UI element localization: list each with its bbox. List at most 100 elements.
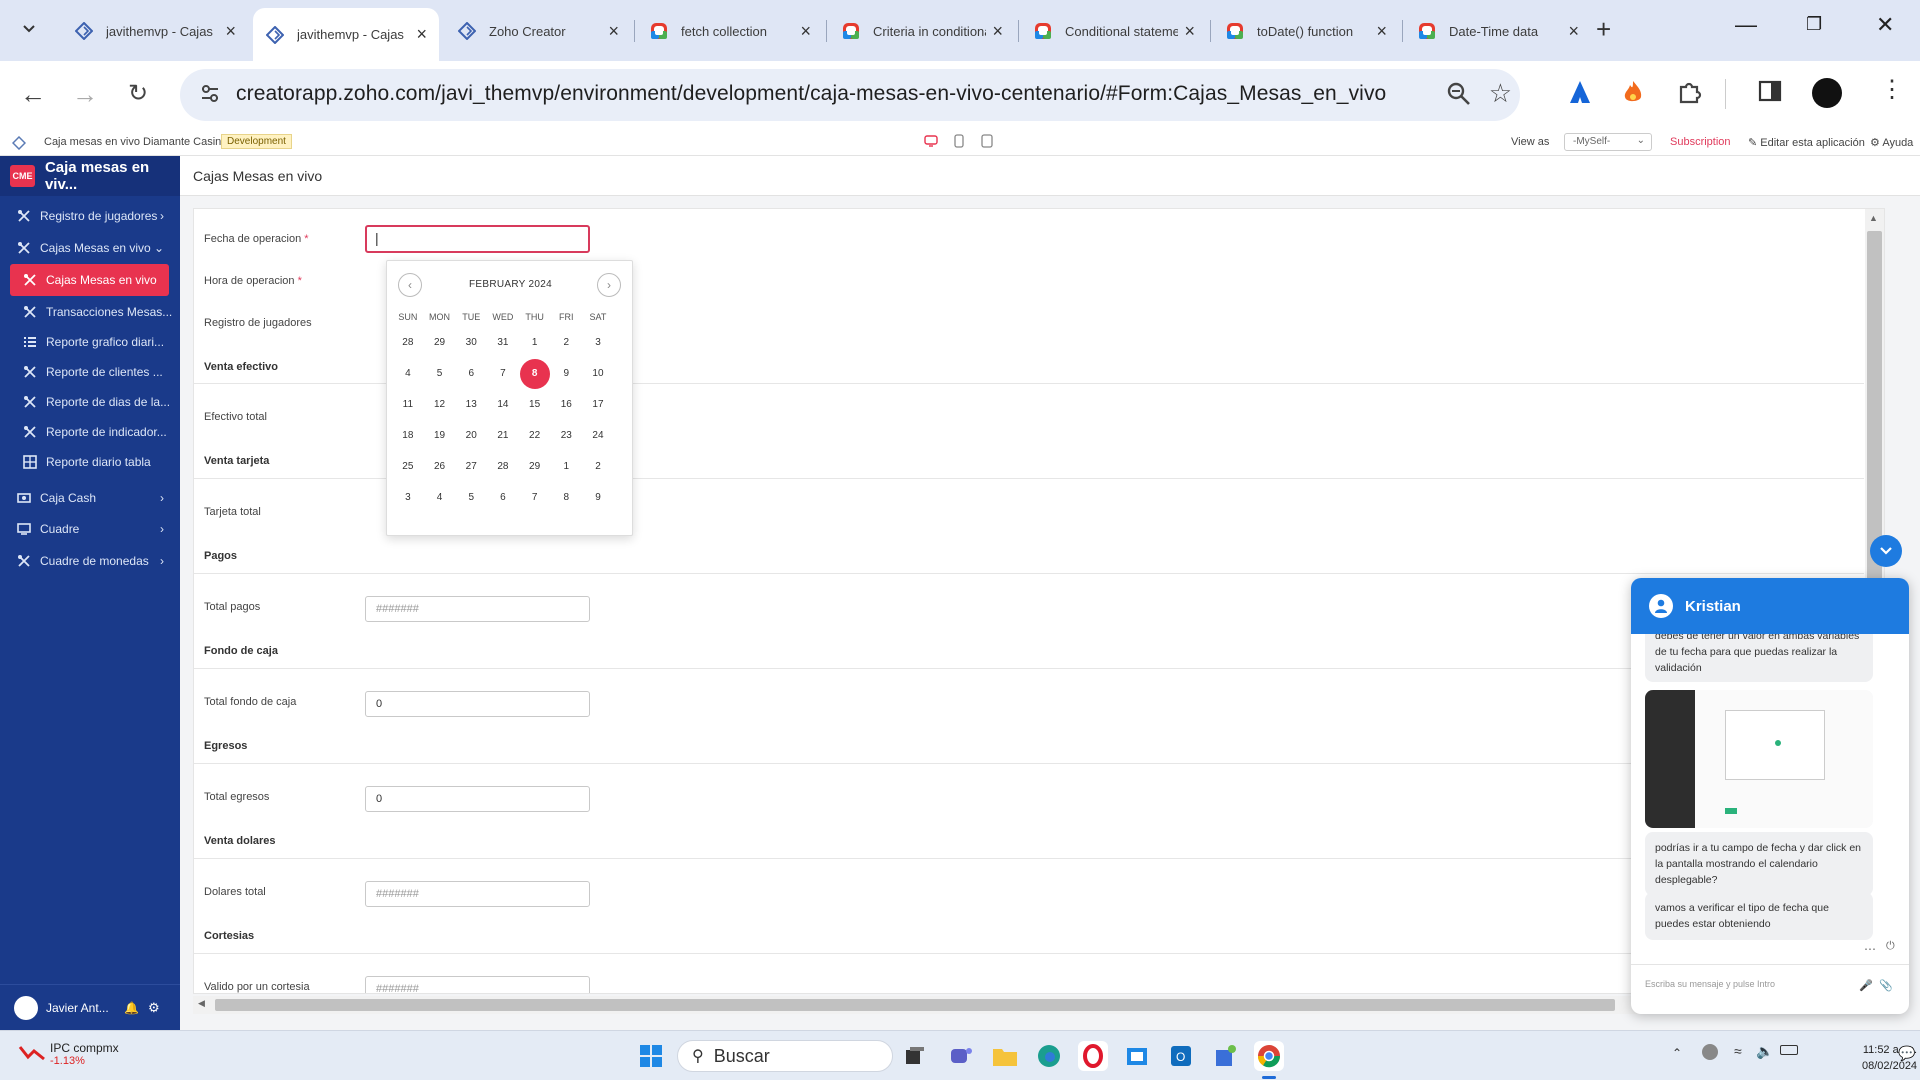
calendar-day[interactable]: 10 bbox=[582, 358, 614, 389]
calendar-day-selected[interactable]: 8 bbox=[519, 358, 551, 389]
zoom-icon[interactable] bbox=[1446, 81, 1472, 107]
sidebar-item[interactable]: Cajas Mesas en vivo bbox=[10, 264, 169, 296]
calendar-day[interactable]: 1 bbox=[550, 451, 582, 482]
dolares-total-input[interactable]: ####### bbox=[365, 881, 590, 907]
close-tab-icon[interactable]: × bbox=[800, 21, 811, 42]
browser-menu-icon[interactable]: ⋮ bbox=[1880, 75, 1904, 104]
calendar-day[interactable]: 28 bbox=[487, 451, 519, 482]
user-profile[interactable]: Javier Ant... 🔔 ⚙ bbox=[0, 984, 180, 1030]
close-tab-icon[interactable]: × bbox=[608, 21, 619, 42]
calendar-day[interactable]: 6 bbox=[455, 358, 487, 389]
tab-search-button[interactable] bbox=[10, 10, 48, 48]
calendar-day[interactable]: 23 bbox=[550, 420, 582, 451]
calendar-day[interactable]: 12 bbox=[424, 389, 456, 420]
calendar-day[interactable]: 22 bbox=[519, 420, 551, 451]
sidebar-item[interactable]: Reporte de indicador... bbox=[0, 416, 180, 448]
browser-tab[interactable]: javithemvp - Cajas × bbox=[253, 8, 439, 61]
url-text[interactable]: creatorapp.zoho.com/javi_themvp/environm… bbox=[236, 82, 1386, 106]
browser-tab[interactable]: Criteria in conditional × bbox=[829, 8, 1015, 54]
calendar-day[interactable]: 7 bbox=[519, 482, 551, 513]
browser-tab[interactable]: toDate() function × bbox=[1213, 8, 1399, 54]
calendar-day[interactable]: 28 bbox=[392, 327, 424, 358]
settings-icon[interactable]: ⚙ bbox=[148, 1000, 160, 1016]
outlook-icon[interactable]: O bbox=[1166, 1041, 1196, 1071]
next-month-button[interactable]: › bbox=[597, 273, 621, 297]
calendar-day[interactable]: 4 bbox=[392, 358, 424, 389]
back-button[interactable]: ← bbox=[20, 79, 46, 110]
calendar-day[interactable]: 1 bbox=[519, 327, 551, 358]
taskbar-search[interactable]: ⚲ Buscar bbox=[677, 1040, 893, 1072]
subscription-link[interactable]: Subscription bbox=[1670, 136, 1731, 148]
calendar-day[interactable]: 3 bbox=[392, 482, 424, 513]
fecha-input[interactable]: | bbox=[365, 225, 590, 253]
windows-start-icon[interactable] bbox=[636, 1041, 666, 1071]
tablet-preview-icon[interactable] bbox=[952, 134, 966, 148]
calendar-day[interactable]: 17 bbox=[582, 389, 614, 420]
calendar-day[interactable]: 24 bbox=[582, 420, 614, 451]
calendar-day[interactable]: 19 bbox=[424, 420, 456, 451]
sidebar-item[interactable]: Cuadre › bbox=[0, 513, 180, 545]
reload-button[interactable]: ↻ bbox=[128, 79, 148, 108]
calendar-day[interactable]: 16 bbox=[550, 389, 582, 420]
calendar-day[interactable]: 27 bbox=[455, 451, 487, 482]
extension-triangle-icon[interactable] bbox=[1568, 79, 1592, 110]
extensions-puzzle-icon[interactable] bbox=[1677, 79, 1703, 110]
zoho-creator-icon[interactable] bbox=[12, 136, 26, 150]
calendar-day[interactable]: 3 bbox=[582, 327, 614, 358]
sidebar-item[interactable]: Cajas Mesas en vivo ⌄ bbox=[0, 232, 180, 264]
profile-avatar[interactable] bbox=[1812, 78, 1842, 108]
close-window-button[interactable]: ✕ bbox=[1876, 12, 1894, 38]
wifi-icon[interactable]: ≈ bbox=[1734, 1043, 1742, 1059]
browser-tab[interactable]: Conditional statements × bbox=[1021, 8, 1207, 54]
close-tab-icon[interactable]: × bbox=[992, 21, 1003, 42]
calendar-day[interactable]: 4 bbox=[424, 482, 456, 513]
calendar-day[interactable]: 6 bbox=[487, 482, 519, 513]
microphone-icon[interactable]: 🎤 bbox=[1859, 979, 1873, 992]
calendar-day[interactable]: 2 bbox=[550, 327, 582, 358]
sidebar-item[interactable]: Reporte de dias de la... bbox=[0, 386, 180, 418]
sidebar-item[interactable]: Reporte diario tabla bbox=[0, 446, 180, 478]
opera-icon[interactable] bbox=[1078, 1041, 1108, 1071]
more-options-icon[interactable]: ⋯ bbox=[1864, 942, 1876, 956]
address-bar[interactable]: creatorapp.zoho.com/javi_themvp/environm… bbox=[180, 69, 1520, 121]
browser-tab[interactable]: fetch collection × bbox=[637, 8, 823, 54]
sidebar-item[interactable]: Registro de jugadores › bbox=[0, 200, 180, 232]
show-hidden-icons[interactable]: ⌃ bbox=[1672, 1046, 1682, 1060]
calendar-day[interactable]: 14 bbox=[487, 389, 519, 420]
scroll-up-arrow[interactable]: ▲ bbox=[1869, 213, 1878, 223]
close-tab-icon[interactable]: × bbox=[416, 24, 427, 45]
forward-button[interactable]: → bbox=[72, 79, 98, 110]
calendar-day[interactable]: 18 bbox=[392, 420, 424, 451]
minimize-button[interactable]: — bbox=[1735, 12, 1757, 38]
stock-widget[interactable]: IPC compmx -1.13% bbox=[18, 1041, 119, 1067]
calendar-day[interactable]: 8 bbox=[550, 482, 582, 513]
browser-tab[interactable]: Zoho Creator × bbox=[445, 8, 631, 54]
scrollbar-thumb[interactable] bbox=[215, 999, 1615, 1011]
close-tab-icon[interactable]: × bbox=[1184, 21, 1195, 42]
calendar-day[interactable]: 13 bbox=[455, 389, 487, 420]
valido-cortesia-input[interactable]: ####### bbox=[365, 976, 590, 993]
chat-screenshot-attachment[interactable] bbox=[1645, 690, 1873, 828]
bookmark-star-icon[interactable]: ☆ bbox=[1489, 78, 1512, 109]
notification-icon[interactable]: 💬 bbox=[1898, 1045, 1915, 1062]
edge-icon[interactable] bbox=[1034, 1041, 1064, 1071]
calendar-day[interactable]: 5 bbox=[424, 358, 456, 389]
calendar-day[interactable]: 11 bbox=[392, 389, 424, 420]
browser-tab[interactable]: Date-Time data × bbox=[1405, 8, 1591, 54]
calendar-day[interactable]: 7 bbox=[487, 358, 519, 389]
bell-icon[interactable]: 🔔 bbox=[124, 1001, 139, 1015]
new-tab-button[interactable]: + bbox=[1596, 14, 1611, 45]
total-fondo-input[interactable]: 0 bbox=[365, 691, 590, 717]
sidebar-item[interactable]: Reporte grafico diari... bbox=[0, 326, 180, 358]
sidebar-item[interactable]: Cuadre de monedas › bbox=[0, 545, 180, 577]
total-egresos-input[interactable]: 0 bbox=[365, 786, 590, 812]
total-pagos-input[interactable]: ####### bbox=[365, 596, 590, 622]
tray-status-icon[interactable] bbox=[1702, 1044, 1718, 1060]
calendar-day[interactable]: 9 bbox=[582, 482, 614, 513]
scroll-left-arrow[interactable]: ◀ bbox=[198, 998, 205, 1009]
mobile-preview-icon[interactable] bbox=[980, 134, 994, 148]
desktop-preview-icon[interactable] bbox=[924, 134, 938, 148]
help-link[interactable]: ⚙ Ayuda bbox=[1870, 136, 1913, 149]
file-explorer-icon[interactable] bbox=[990, 1041, 1020, 1071]
attachment-icon[interactable]: 📎 bbox=[1879, 979, 1893, 992]
